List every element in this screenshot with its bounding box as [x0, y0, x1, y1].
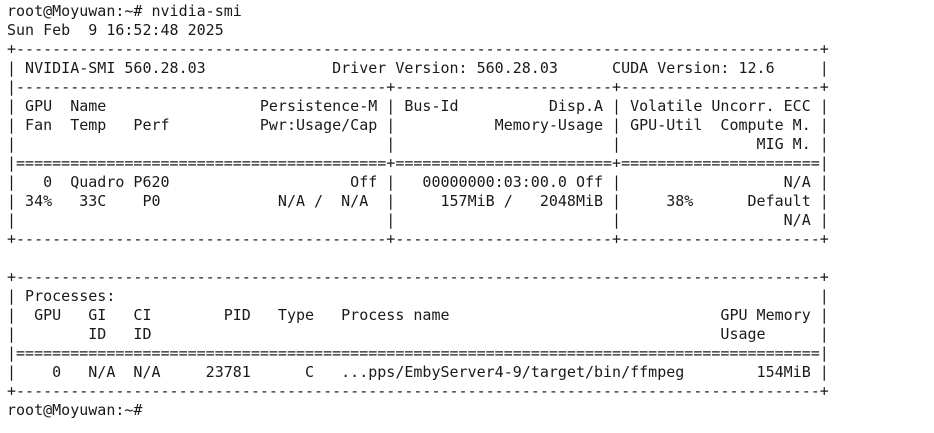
processes-header-row-1: | GPU GI CI PID Type Process name GPU Me… [7, 306, 829, 324]
smi-version-row: | NVIDIA-SMI 560.28.03 Driver Version: 5… [7, 59, 829, 77]
gpu-header-row-2: | Fan Temp Perf Pwr:Usage/Cap | Memory-U… [7, 116, 829, 134]
gpu-header-row-3: | | | MIG M. | [7, 135, 829, 153]
processes-title-row: | Processes: | [7, 287, 829, 305]
table-border-top: +---------------------------------------… [7, 40, 829, 58]
gpu-data-row-1: | 0 Quadro P620 Off | 00000000:03:00.0 O… [7, 173, 829, 191]
gpu-header-row-1: | GPU Name Persistence-M | Bus-Id Disp.A… [7, 97, 829, 115]
gpu-data-row-3: | | | N/A | [7, 211, 829, 229]
processes-border-top: +---------------------------------------… [7, 268, 829, 286]
table-border-bottom: +---------------------------------------… [7, 230, 829, 248]
processes-header-row-2: | ID ID Usage | [7, 325, 829, 343]
prompt-command-line: root@Moyuwan:~# nvidia-smi [7, 2, 242, 20]
gpu-data-row-2: | 34% 33C P0 N/A / N/A | 157MiB / 2048Mi… [7, 192, 829, 210]
header-double-separator: |=======================================… [7, 154, 829, 172]
processes-border-bottom: +---------------------------------------… [7, 382, 829, 400]
table-separator: |---------------------------------------… [7, 78, 829, 96]
timestamp-line: Sun Feb 9 16:52:48 2025 [7, 21, 224, 39]
terminal-window[interactable]: root@Moyuwan:~# nvidia-smi Sun Feb 9 16:… [0, 0, 934, 433]
processes-double-separator: |=======================================… [7, 344, 829, 362]
prompt-line[interactable]: root@Moyuwan:~# [7, 401, 934, 420]
process-row: | 0 N/A N/A 23781 C ...pps/EmbyServer4-9… [7, 363, 829, 381]
